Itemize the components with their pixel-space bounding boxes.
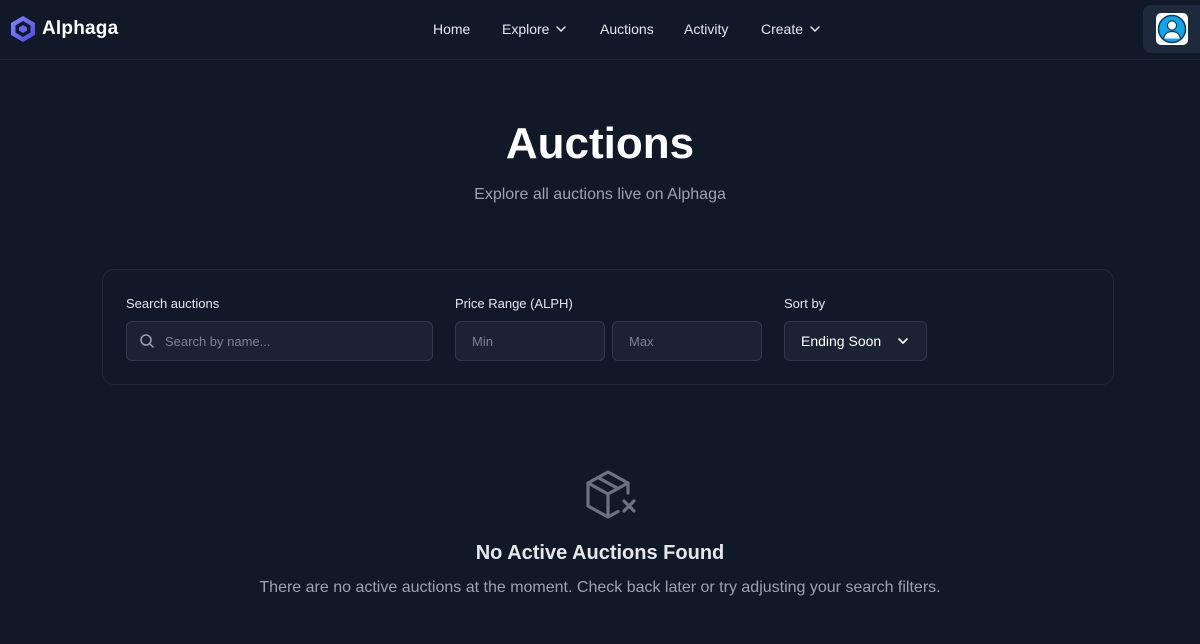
search-icon [140,334,154,348]
user-menu-button[interactable] [1143,5,1200,53]
brand-logo[interactable]: Alphaga [10,15,118,43]
sort-label: Sort by [784,296,826,311]
max-price-input[interactable]: Max [612,321,762,361]
filters-panel: Search auctions Search by name... Price … [102,269,1114,385]
page-subtitle: Explore all auctions live on Alphaga [474,186,726,203]
min-price-input[interactable]: Min [455,321,605,361]
nav-activity-label: Activity [684,21,729,37]
nav-create-label: Create [761,21,804,37]
search-label: Search auctions [126,296,220,311]
sort-value: Ending Soon [801,333,882,349]
nav-auctions-label: Auctions [600,21,654,37]
hexagon-logo-icon [11,16,35,42]
chevron-down-icon [810,26,820,32]
min-placeholder: Min [472,333,493,349]
brand-name: Alphaga [42,18,119,39]
nav-home-label: Home [433,21,471,37]
sort-select[interactable]: Ending Soon [784,321,927,361]
nav-explore-label: Explore [502,21,550,37]
nav-explore[interactable]: Explore [502,19,567,39]
search-placeholder: Search by name... [165,333,271,349]
top-navbar: Alphaga Home Explore Auctions Activity C… [0,0,1200,60]
nav-activity[interactable]: Activity [684,19,728,39]
nav-create[interactable]: Create [761,19,821,39]
price-range-label: Price Range (ALPH) [455,296,573,311]
nav-auctions[interactable]: Auctions [600,19,654,39]
empty-state-message: There are no active auctions at the mome… [259,579,941,596]
page-title: Auctions [505,119,695,168]
chevron-down-icon [898,338,908,344]
empty-state-title: No Active Auctions Found [475,542,725,564]
nav-home[interactable]: Home [433,19,470,39]
max-placeholder: Max [629,333,654,349]
package-x-icon [581,463,639,521]
search-input[interactable]: Search by name... [126,321,433,361]
chevron-down-icon [556,26,567,32]
main-nav: Home Explore Auctions Activity Create [0,0,1200,60]
avatar [1155,13,1188,45]
user-avatar-icon [1157,14,1186,44]
